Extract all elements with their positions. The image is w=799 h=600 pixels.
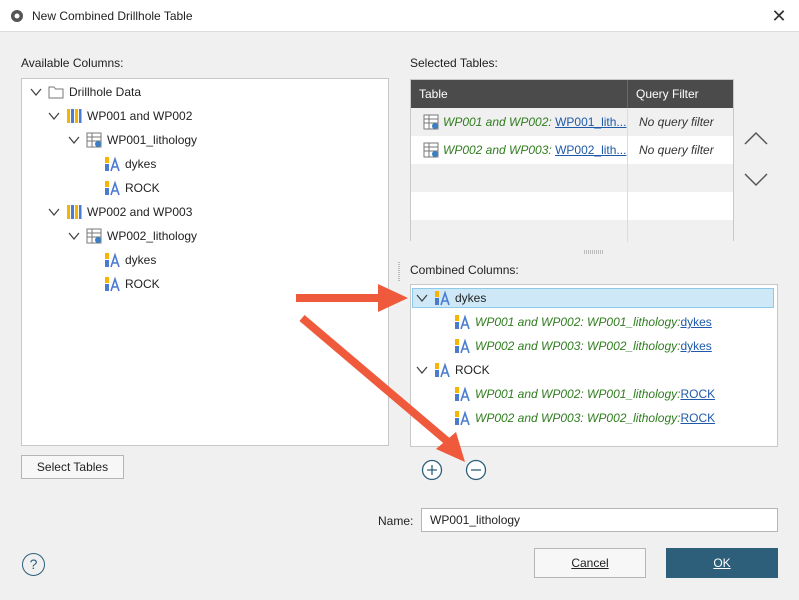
combined-child[interactable]: WP002 and WP003: WP002_lithology: ROCK	[454, 407, 715, 429]
combined-node-dykes[interactable]: dykes	[416, 287, 486, 309]
help-icon[interactable]: ?	[22, 553, 45, 576]
tree-node-group[interactable]: WP001 and WP002	[48, 105, 192, 127]
category-column-icon	[435, 362, 450, 378]
tree-node-group[interactable]: WP002 and WP003	[48, 201, 192, 223]
chevron-down-icon[interactable]	[48, 206, 60, 218]
column-link[interactable]: ROCK	[680, 387, 715, 401]
tree-node-column[interactable]: dykes	[104, 153, 156, 175]
table-icon	[423, 142, 439, 158]
move-down-icon[interactable]	[743, 170, 769, 190]
column-link[interactable]: dykes	[680, 315, 711, 329]
ok-button-label: OK	[713, 556, 731, 570]
tree-label: dykes	[125, 253, 157, 267]
combined-child[interactable]: WP001 and WP002: WP001_lithology: ROCK	[454, 383, 715, 405]
ok-button[interactable]: OK	[666, 548, 778, 578]
tree-label: WP002 and WP003	[87, 205, 193, 219]
available-columns-tree[interactable]: Drillhole Data WP001 and WP002 WP001_lit…	[21, 78, 389, 446]
name-input[interactable]: WP001_lithology	[421, 508, 778, 532]
tree-node-column[interactable]: ROCK	[104, 273, 160, 295]
row-table-cell: WP002 and WP003: WP002_lith...	[443, 143, 627, 157]
combined-node-rock[interactable]: ROCK	[416, 359, 490, 381]
select-tables-button[interactable]: Select Tables	[21, 455, 124, 479]
chevron-down-icon[interactable]	[48, 110, 60, 122]
category-column-icon	[455, 410, 470, 426]
category-column-icon	[105, 156, 120, 172]
tree-node-drillhole-data[interactable]: Drillhole Data	[30, 81, 141, 103]
category-column-icon	[455, 338, 470, 354]
table-row[interactable]: WP002 and WP003: WP002_lith... No query …	[411, 136, 733, 164]
tree-label: ROCK	[125, 181, 160, 195]
column-link[interactable]: ROCK	[680, 411, 715, 425]
name-label: Name:	[378, 514, 414, 528]
splitter-handle[interactable]	[397, 262, 401, 282]
available-columns-label: Available Columns:	[21, 56, 124, 70]
combined-child[interactable]: WP001 and WP002: WP001_lithology: dykes	[454, 311, 712, 333]
tree-label: WP001_lithology	[107, 133, 198, 147]
row-filter-cell[interactable]: No query filter	[639, 115, 714, 129]
chevron-down-icon[interactable]	[68, 230, 80, 242]
column-header-table[interactable]: Table	[411, 80, 448, 108]
chevron-down-icon[interactable]	[416, 292, 428, 304]
app-logo-icon	[11, 10, 23, 22]
tree-node-table[interactable]: WP001_lithology	[68, 129, 197, 151]
window-title: New Combined Drillhole Table	[32, 9, 193, 23]
category-column-icon	[105, 276, 120, 292]
column-header-query-filter[interactable]: Query Filter	[628, 80, 699, 108]
chevron-down-icon[interactable]	[68, 134, 80, 146]
tree-node-column[interactable]: dykes	[104, 249, 156, 271]
table-icon	[86, 132, 102, 148]
chevron-down-icon[interactable]	[30, 86, 42, 98]
table-icon	[423, 114, 439, 130]
tree-label: ROCK	[125, 277, 160, 291]
tree-label: dykes	[455, 291, 487, 305]
row-table-cell: WP001 and WP002: WP001_lith...	[443, 115, 627, 129]
combined-columns-label: Combined Columns:	[410, 263, 519, 277]
category-column-icon	[455, 386, 470, 402]
empty-row	[411, 192, 733, 220]
table-header: Table Query Filter	[411, 80, 733, 108]
empty-row	[411, 220, 733, 242]
empty-row	[411, 164, 733, 192]
column-link[interactable]: dykes	[680, 339, 711, 353]
splitter-handle[interactable]	[583, 249, 605, 255]
title-bar: New Combined Drillhole Table ✕	[0, 0, 799, 32]
category-column-icon	[435, 290, 450, 306]
remove-circle-icon[interactable]	[465, 459, 487, 481]
tree-label: WP001 and WP002	[87, 109, 193, 123]
drillhole-set-icon	[67, 109, 82, 123]
row-filter-cell[interactable]: No query filter	[639, 143, 714, 157]
selected-tables-table: Table Query Filter WP001 and WP002: WP00…	[410, 79, 734, 242]
table-row[interactable]: WP001 and WP002: WP001_lith... No query …	[411, 108, 733, 136]
chevron-down-icon[interactable]	[416, 364, 428, 376]
category-column-icon	[455, 314, 470, 330]
cancel-button-label: Cancel	[571, 556, 609, 570]
tree-label: dykes	[125, 157, 157, 171]
tree-label: Drillhole Data	[69, 85, 142, 99]
tree-label: ROCK	[455, 363, 490, 377]
cancel-button[interactable]: Cancel	[534, 548, 646, 578]
table-link[interactable]: WP002_lith...	[555, 143, 626, 157]
tree-node-column[interactable]: ROCK	[104, 177, 160, 199]
add-circle-icon[interactable]	[421, 459, 443, 481]
combined-child[interactable]: WP002 and WP003: WP002_lithology: dykes	[454, 335, 712, 357]
selected-tables-label: Selected Tables:	[410, 56, 498, 70]
table-icon	[86, 228, 102, 244]
tree-label: WP002_lithology	[107, 229, 198, 243]
tree-node-table[interactable]: WP002_lithology	[68, 225, 197, 247]
close-icon[interactable]: ✕	[769, 6, 789, 26]
move-up-icon[interactable]	[743, 128, 769, 148]
category-column-icon	[105, 180, 120, 196]
table-link[interactable]: WP001_lith...	[555, 115, 626, 129]
category-column-icon	[105, 252, 120, 268]
drillhole-set-icon	[67, 205, 82, 219]
folder-icon	[48, 86, 64, 99]
column-divider	[627, 108, 628, 242]
